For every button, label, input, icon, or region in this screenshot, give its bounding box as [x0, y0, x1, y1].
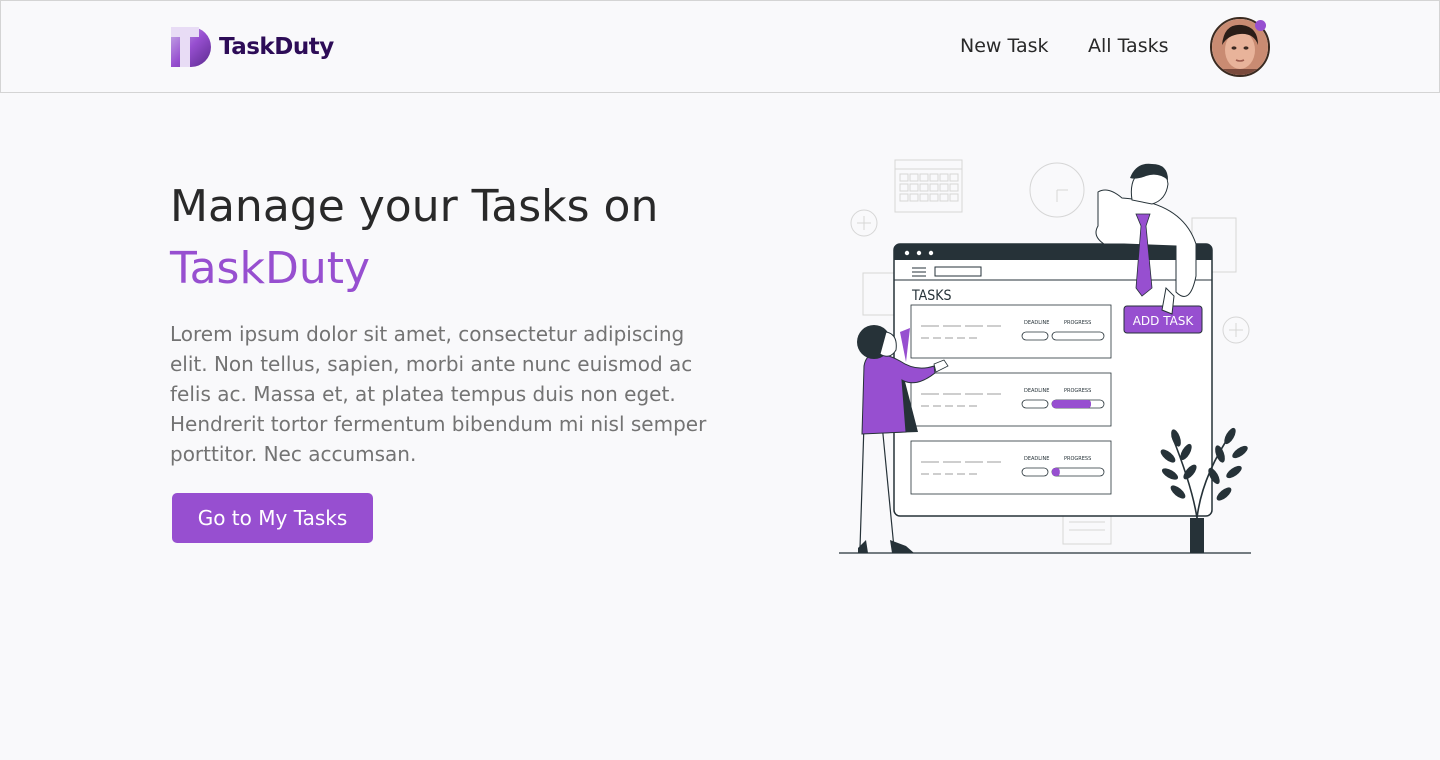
brand-link[interactable]: TaskDuty — [171, 27, 334, 67]
task-row-progress-track — [1051, 331, 1105, 341]
task-row-deadline-pill — [1021, 331, 1049, 341]
calendar-icon — [894, 159, 963, 213]
hero-illustration: TASKS ADD TASK DEADLINE PROGRESS DEADLINE P… — [839, 159, 1251, 554]
hero-title: Manage your Tasks on TaskDuty — [170, 176, 770, 300]
task-row-progress-label: PROGRESS — [1064, 388, 1091, 394]
hero-description: Lorem ipsum dolor sit amet, consectetur … — [170, 322, 707, 466]
task-row-progress-label: PROGRESS — [1064, 456, 1091, 462]
task-row — [910, 372, 1112, 427]
task-row-progress-label: PROGRESS — [1064, 320, 1091, 326]
hero-title-brand: TaskDuty — [170, 243, 371, 294]
task-row-progress-fill — [1052, 468, 1060, 476]
task-row-progress-track — [1051, 467, 1105, 477]
task-row-deadline-label: DEADLINE — [1024, 388, 1049, 394]
task-row-progress-fill — [1052, 400, 1091, 408]
task-row-deadline-label: DEADLINE — [1024, 456, 1049, 462]
hero-title-line1: Manage your Tasks on — [170, 181, 659, 232]
task-row — [910, 440, 1112, 495]
nav-new-task[interactable]: New Task — [960, 35, 1049, 57]
go-to-my-tasks-button[interactable]: Go to My Tasks — [172, 493, 373, 543]
brand-name: TaskDuty — [219, 34, 334, 60]
navbar: TaskDuty New Task All Tasks — [0, 0, 1440, 93]
tasks-panel-title: TASKS — [911, 288, 951, 304]
add-task-label: ADD TASK — [1133, 314, 1195, 328]
nav-all-tasks[interactable]: All Tasks — [1088, 35, 1169, 57]
task-row-deadline-pill — [1021, 399, 1049, 409]
task-row — [910, 304, 1112, 359]
task-row-deadline-label: DEADLINE — [1024, 320, 1049, 326]
task-row-deadline-pill — [1021, 467, 1049, 477]
taskduty-logo-icon — [171, 27, 211, 67]
online-status-dot — [1255, 20, 1266, 31]
task-rows: DEADLINE PROGRESS DEADLINE PROGRESS DEADLINE… — [910, 304, 1112, 495]
